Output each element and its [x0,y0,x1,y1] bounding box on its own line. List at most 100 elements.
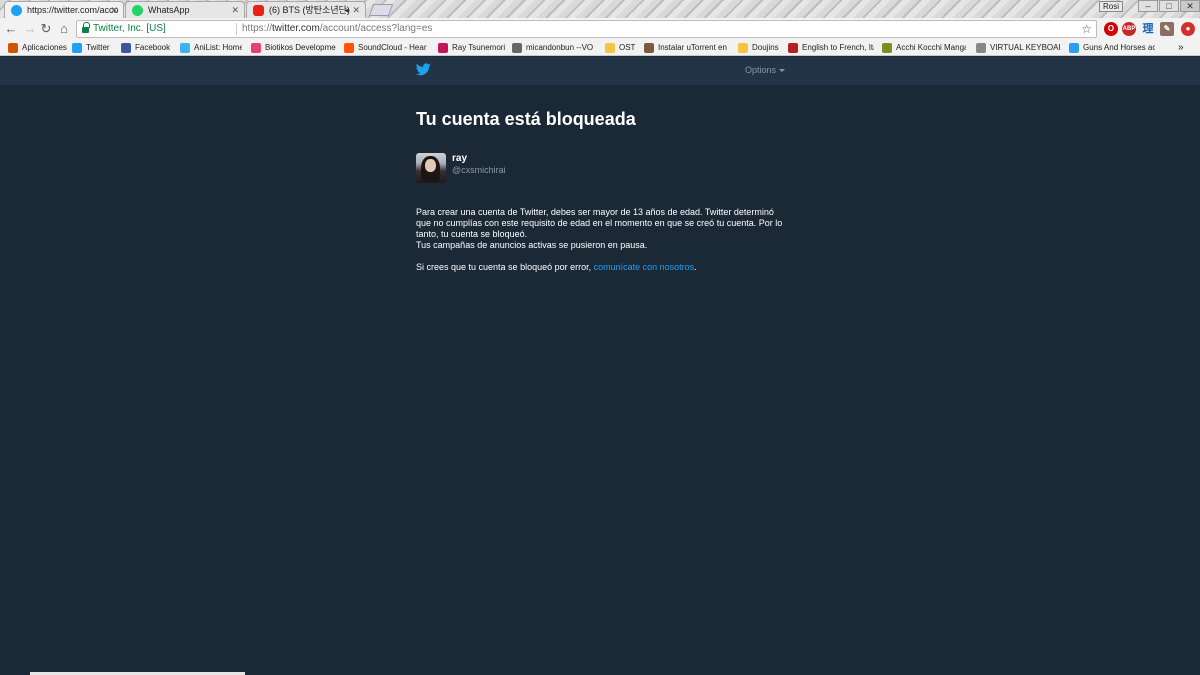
bookmark-label: SoundCloud - Hear [358,43,427,52]
bookmark-item[interactable]: Doujins [738,40,783,55]
bookmark-item[interactable]: Ray Tsunemori [438,40,506,55]
adblock-extension-icon[interactable]: ABP [1122,22,1136,36]
address-bar[interactable]: Twitter, Inc. [US] https://twitter.com/a… [76,20,1097,38]
folder-icon [738,43,748,53]
bookmark-label: VIRTUAL KEYBOARD [990,43,1060,52]
close-window-button[interactable]: ✕ [1180,0,1200,12]
close-icon[interactable]: ✕ [110,2,118,18]
home-button[interactable]: ⌂ [56,21,72,37]
user-handle: @cxsmichirai [452,165,506,175]
bookmark-item[interactable]: AniList: Home [180,40,242,55]
maximize-button[interactable]: □ [1159,0,1179,12]
bookmarks-overflow-button[interactable]: » [1176,40,1194,55]
chevron-down-icon [779,69,786,73]
lock-explanation: Para crear una cuenta de Twitter, debes … [416,207,786,273]
tab-title: (6) BTS (방탄소년단) [269,5,350,15]
bookmark-item[interactable]: Twitter [72,40,116,55]
anilist-icon [180,43,190,53]
twitter-icon [11,5,22,16]
tab-strip: https://twitter.com/acco ✕ WhatsApp ✕ (6… [0,0,1200,18]
options-dropdown[interactable]: Options [745,65,786,75]
bookmark-item[interactable]: English to French, Ita [788,40,874,55]
bookmark-label: OST [619,43,636,52]
bookmark-label: Aplicaciones [22,43,67,52]
age-requirement-text: Para crear una cuenta de Twitter, debes … [416,207,783,239]
profile-button[interactable]: Rosi [1098,1,1123,12]
rikaikun-extension-icon[interactable]: 理 [1141,22,1155,36]
folder-icon [605,43,615,53]
translate-extension-icon[interactable]: ✎ [1160,22,1174,36]
forward-button[interactable]: → [22,21,38,37]
bookmark-label: Ray Tsunemori [452,43,506,52]
ray-icon [438,43,448,53]
contact-us-link[interactable]: comunícate con nosotros [594,262,695,272]
tab-youtube[interactable]: (6) BTS (방탄소년단) ◂ ✕ [246,1,366,18]
bookmark-item[interactable]: Acchi Kocchi Manga [882,40,966,55]
bookmark-item[interactable]: micandonbun --VO [512,40,597,55]
error-contact-text: Si crees que tu cuenta se bloqueó por er… [416,262,786,273]
apps-grid-icon [8,43,18,53]
soundcloud-icon [344,43,354,53]
bookmark-label: Guns And Horses ac [1083,43,1155,52]
url-divider [236,23,237,35]
bookmark-item[interactable]: OST [605,40,637,55]
facebook-icon [121,43,131,53]
browser-toolbar: ← → ↻ ⌂ Twitter, Inc. [US] https://twitt… [0,18,1200,40]
bookmark-label: micandonbun --VO [526,43,594,52]
bookmark-item[interactable]: Facebook [121,40,173,55]
lock-icon [82,22,90,33]
manga-icon [882,43,892,53]
back-button[interactable]: ← [3,21,19,37]
reload-button[interactable]: ↻ [38,21,54,37]
music-note-icon [512,43,522,53]
url-scheme: https:// [242,23,273,34]
bookmark-label: Instalar uTorrent en [658,43,727,52]
security-label[interactable]: Twitter, Inc. [US] [93,21,166,37]
bookmark-label: English to French, Ita [802,43,874,52]
wr-icon [788,43,798,53]
options-label: Options [745,65,777,75]
youtube-icon [253,5,264,16]
music-note-icon [1069,43,1079,53]
twitter-topbar: Options [0,57,1200,85]
bookmark-label: Facebook [135,43,171,52]
bookmark-label: AniList: Home [194,43,242,52]
user-display-name: ray [452,153,468,164]
bookmark-star-icon[interactable]: ☆ [1081,21,1092,37]
tab-whatsapp[interactable]: WhatsApp ✕ [125,1,245,18]
close-icon[interactable]: ✕ [231,2,239,18]
new-tab-button[interactable] [368,4,394,16]
tab-title: WhatsApp [148,5,190,15]
bookmarks-bar: Aplicaciones Twitter Facebook AniList: H… [0,40,1200,56]
whatsapp-icon [132,5,143,16]
avatar-face [425,159,436,172]
extension-icon[interactable]: ● [1181,22,1195,36]
opera-extension-icon[interactable]: O [1104,22,1118,36]
bookmark-item[interactable]: SoundCloud - Hear [344,40,429,55]
page-title: Tu cuenta está bloqueada [416,109,636,129]
error-suffix: . [694,262,697,272]
url-path: /account/access?lang=es [319,23,433,34]
bookmark-label: Biotikos Developme [265,43,336,52]
minimize-button[interactable]: – [1138,0,1158,12]
speaker-icon[interactable]: ◂ [344,2,349,18]
bookmark-item[interactable]: Instalar uTorrent en [644,40,729,55]
twitter-bird-icon[interactable] [416,63,431,76]
bookmark-item[interactable]: Aplicaciones [8,40,68,55]
bookmark-item[interactable]: VIRTUAL KEYBOARD [976,40,1060,55]
bookmark-item[interactable]: Biotikos Developme [251,40,336,55]
utorrent-icon [644,43,654,53]
bookmark-label: Doujins [752,43,779,52]
close-icon[interactable]: ✕ [352,2,360,18]
page-icon [976,43,986,53]
bookmark-item[interactable]: Guns And Horses ac [1069,40,1155,55]
tab-title: https://twitter.com/acco [27,5,119,15]
url-text[interactable]: https://twitter.com/account/access?lang=… [242,21,432,37]
bookmark-label: Acchi Kocchi Manga [896,43,966,52]
error-prefix: Si crees que tu cuenta se bloqueó por er… [416,262,594,272]
window-controls: Rosi – □ ✕ [1098,0,1200,12]
tab-twitter[interactable]: https://twitter.com/acco ✕ [4,1,124,18]
avatar[interactable] [416,153,446,183]
twitter-icon [72,43,82,53]
